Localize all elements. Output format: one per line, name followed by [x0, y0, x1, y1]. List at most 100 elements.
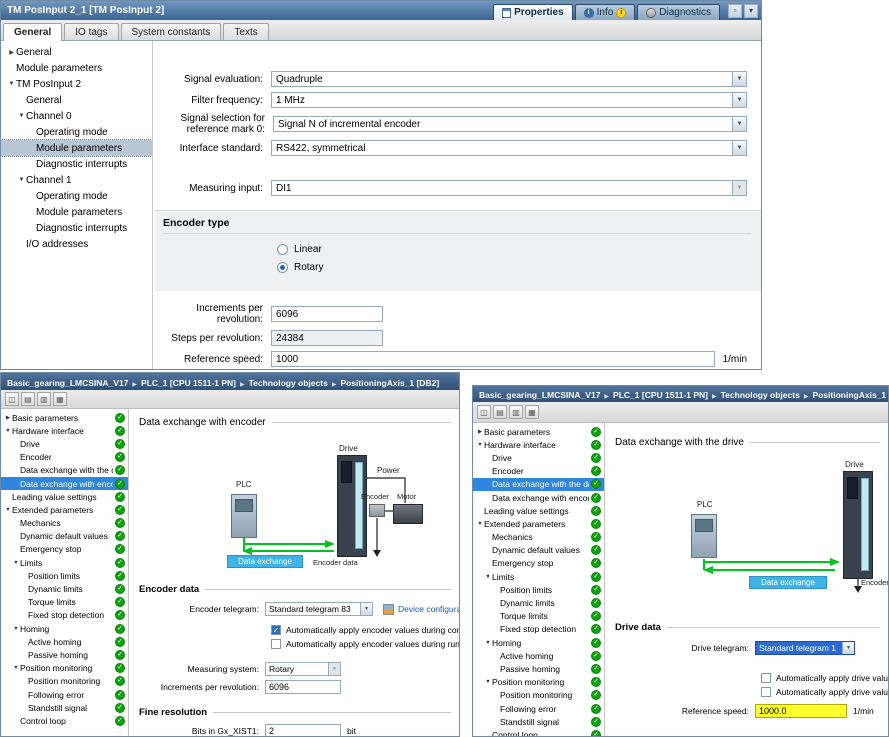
increments-per-revolution-input[interactable] [271, 306, 383, 322]
module-nav-channel-1[interactable]: ▼Channel 1 [1, 172, 152, 188]
chevron-expanded-icon[interactable]: ▼ [17, 177, 26, 183]
encoder-window-nav-leading-value-settings[interactable]: Leading value settings✓ [1, 490, 128, 503]
encoder-window-nav-homing[interactable]: ▼Homing✓ [1, 622, 128, 635]
checkbox-icon[interactable] [761, 687, 771, 697]
module-nav-module-parameters[interactable]: Module parameters [1, 60, 152, 76]
encoder-window-nav-basic-parameters[interactable]: ▶Basic parameters✓ [1, 411, 128, 424]
function-view-icon[interactable]: ◫ [5, 392, 19, 406]
dropdown-arrow-icon[interactable]: ▼ [360, 603, 372, 615]
encoder-window-nav-mechanics[interactable]: Mechanics✓ [1, 517, 128, 530]
drive-window-nav-dynamic-default-values[interactable]: Dynamic default values✓ [473, 544, 604, 557]
checkbox-checked-icon[interactable] [271, 625, 281, 635]
breadcrumb-item[interactable]: Basic_gearing_LMCSINA_V17 [7, 378, 128, 388]
encoder-telegram-dropdown[interactable]: Standard telegram 83 ▼ [265, 602, 373, 616]
dropdown-arrow-icon[interactable]: ▼ [732, 72, 746, 86]
breadcrumb-item[interactable]: PositioningAxis_1 [DB2] [340, 378, 439, 388]
collapse-panel-icon[interactable]: ▾ [744, 4, 758, 18]
reference-speed-input[interactable] [271, 351, 715, 367]
chevron-collapsed-icon[interactable]: ▶ [7, 49, 16, 56]
chevron-expanded-icon[interactable]: ▼ [7, 81, 16, 87]
chevron-collapsed-icon[interactable]: ▶ [4, 415, 12, 421]
apply-drive-values-online-checkbox[interactable]: Automatically apply drive values during … [761, 687, 888, 697]
device-configuration-link[interactable]: Device configuration [398, 604, 459, 614]
module-nav-diagnostic-interrupts[interactable]: Diagnostic interrupts [1, 156, 152, 172]
encoder-window-nav-data-exchange-with-encoder[interactable]: Data exchange with encoder✓ [1, 477, 128, 490]
module-nav-i-o-addresses[interactable]: I/O addresses [1, 236, 152, 252]
encoder-window-nav-control-loop[interactable]: Control loop✓ [1, 714, 128, 727]
drive-window-nav-basic-parameters[interactable]: ▶Basic parameters✓ [473, 425, 604, 438]
drive-window-nav-torque-limits[interactable]: Torque limits✓ [473, 610, 604, 623]
signal-evaluation-dropdown[interactable]: Quadruple ▼ [271, 71, 747, 87]
chevron-expanded-icon[interactable]: ▼ [484, 679, 492, 685]
filter-frequency-dropdown[interactable]: 1 MHz ▼ [271, 92, 747, 108]
drive-window-nav-hardware-interface[interactable]: ▼Hardware interface✓ [473, 438, 604, 451]
encoder-window-nav-position-monitoring[interactable]: Position monitoring✓ [1, 675, 128, 688]
radio-icon[interactable] [277, 244, 288, 255]
dropdown-arrow-icon[interactable]: ▼ [842, 642, 854, 654]
collapse-all-icon[interactable]: ▥ [37, 392, 51, 406]
module-nav-module-parameters[interactable]: Module parameters [1, 140, 152, 156]
dropdown-arrow-icon[interactable]: ▼ [732, 93, 746, 107]
module-nav-channel-0[interactable]: ▼Channel 0 [1, 108, 152, 124]
drive-window-nav-limits[interactable]: ▼Limits✓ [473, 570, 604, 583]
drive-window-nav-leading-value-settings[interactable]: Leading value settings✓ [473, 504, 604, 517]
breadcrumb-item[interactable]: PLC_1 [CPU 1511-1 PN] [613, 390, 708, 400]
drive-window-nav-extended-parameters[interactable]: ▼Extended parameters✓ [473, 517, 604, 530]
expand-all-icon[interactable]: ▤ [493, 405, 507, 419]
apply-drive-values-offline-checkbox[interactable]: Automatically apply drive values during … [761, 673, 888, 683]
encoder-window-nav-drive[interactable]: Drive✓ [1, 437, 128, 450]
measuring-input-dropdown[interactable]: DI1 ▼ [271, 180, 747, 196]
encoder-type-rotary-radio[interactable]: Rotary [277, 262, 751, 273]
chevron-expanded-icon[interactable]: ▼ [12, 626, 20, 632]
encoder-window-nav-torque-limits[interactable]: Torque limits✓ [1, 596, 128, 609]
encoder-window-nav-limits[interactable]: ▼Limits✓ [1, 556, 128, 569]
chevron-expanded-icon[interactable]: ▼ [476, 521, 484, 527]
reference-speed-input[interactable] [755, 704, 847, 718]
breadcrumb-item[interactable]: Technology objects [249, 378, 328, 388]
encoder-window-nav-standstill-signal[interactable]: Standstill signal✓ [1, 701, 128, 714]
chevron-expanded-icon[interactable]: ▼ [484, 640, 492, 646]
encoder-window-nav-dynamic-limits[interactable]: Dynamic limits✓ [1, 582, 128, 595]
apply-encoder-values-offline-checkbox[interactable]: Automatically apply encoder values durin… [271, 625, 459, 635]
drive-window-nav-position-limits[interactable]: Position limits✓ [473, 583, 604, 596]
module-nav-module-parameters[interactable]: Module parameters [1, 204, 152, 220]
encoder-window-nav-extended-parameters[interactable]: ▼Extended parameters✓ [1, 503, 128, 516]
collapse-all-icon[interactable]: ▥ [509, 405, 523, 419]
checkbox-icon[interactable] [271, 639, 281, 649]
module-nav-general[interactable]: ▶General [1, 44, 152, 60]
module-nav-general[interactable]: General [1, 92, 152, 108]
drive-window-nav-data-exchange-with-the-drive[interactable]: Data exchange with the drive✓ [473, 478, 604, 491]
chevron-expanded-icon[interactable]: ▼ [17, 113, 26, 119]
module-nav-operating-mode[interactable]: Operating mode [1, 188, 152, 204]
drive-window-nav-passive-homing[interactable]: Passive homing✓ [473, 662, 604, 675]
drive-window-nav-data-exchange-with-encoder[interactable]: Data exchange with encoder✓ [473, 491, 604, 504]
measuring-system-dropdown[interactable]: Rotary ▼ [265, 662, 341, 676]
tab-io-tags[interactable]: IO tags [64, 23, 118, 40]
signal-selection-reference-mark-dropdown[interactable]: Signal N of incremental encoder ▼ [273, 116, 747, 132]
breadcrumb-item[interactable]: Basic_gearing_LMCSINA_V17 [479, 390, 600, 400]
encoder-window-nav-position-monitoring[interactable]: ▼Position monitoring✓ [1, 662, 128, 675]
drive-window-nav-emergency-stop[interactable]: Emergency stop✓ [473, 557, 604, 570]
breadcrumb-item[interactable]: PLC_1 [CPU 1511-1 PN] [141, 378, 236, 388]
drive-window-nav-encoder[interactable]: Encoder✓ [473, 465, 604, 478]
tab-info[interactable]: i Info i [575, 4, 636, 20]
drive-window-nav-position-monitoring[interactable]: ▼Position monitoring✓ [473, 676, 604, 689]
drive-window-nav-following-error[interactable]: Following error✓ [473, 702, 604, 715]
encoder-window-nav-fixed-stop-detection[interactable]: Fixed stop detection✓ [1, 609, 128, 622]
drive-window-nav-dynamic-limits[interactable]: Dynamic limits✓ [473, 596, 604, 609]
chevron-expanded-icon[interactable]: ▼ [12, 665, 20, 671]
drive-window-nav-homing[interactable]: ▼Homing✓ [473, 636, 604, 649]
drive-window-nav-fixed-stop-detection[interactable]: Fixed stop detection✓ [473, 623, 604, 636]
chevron-expanded-icon[interactable]: ▼ [12, 560, 20, 566]
encoder-window-nav-data-exchange-with-the-drive[interactable]: Data exchange with the drive✓ [1, 464, 128, 477]
drive-window-nav-standstill-signal[interactable]: Standstill signal✓ [473, 715, 604, 728]
module-nav-tm-posinput-2[interactable]: ▼TM PosInput 2 [1, 76, 152, 92]
bits-gx-xist1-input[interactable] [265, 724, 341, 736]
chevron-collapsed-icon[interactable]: ▶ [476, 429, 484, 435]
filter-view-icon[interactable]: ▦ [53, 392, 67, 406]
encoder-window-nav-passive-homing[interactable]: Passive homing✓ [1, 648, 128, 661]
tab-texts[interactable]: Texts [223, 23, 268, 40]
breadcrumb-item[interactable]: PositioningAxis_1 [DB2] [812, 390, 888, 400]
increments-per-revolution-input[interactable] [265, 680, 341, 694]
dropdown-arrow-icon[interactable]: ▼ [732, 141, 746, 155]
